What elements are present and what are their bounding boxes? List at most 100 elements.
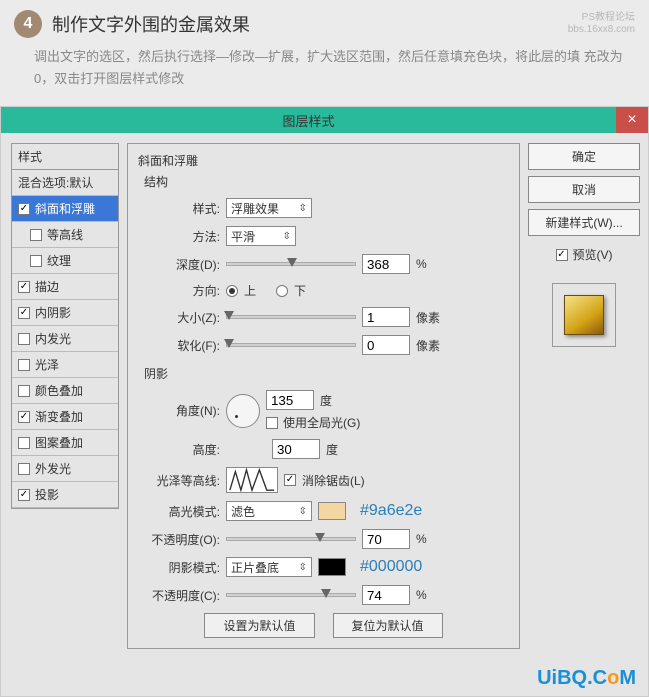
style-label: 样式:	[138, 200, 220, 217]
shadow-hex: #000000	[360, 558, 422, 576]
highlight-opacity-slider[interactable]	[226, 537, 356, 541]
checkbox-icon[interactable]	[18, 489, 30, 501]
bevel-legend: 斜面和浮雕	[138, 152, 509, 169]
checkbox-icon[interactable]	[18, 307, 30, 319]
sidebar-item-pattern-overlay[interactable]: 图案叠加	[12, 430, 118, 456]
style-select[interactable]: 浮雕效果⇳	[226, 198, 312, 218]
depth-label: 深度(D):	[138, 256, 220, 273]
checkbox-icon[interactable]	[30, 229, 42, 241]
preview-thumbnail	[552, 283, 616, 347]
layer-style-dialog: 图层样式 × 样式 混合选项:默认 斜面和浮雕 等高线 纹理 描边 内阴影 内发…	[0, 106, 649, 697]
bevel-fieldset: 斜面和浮雕 结构 样式: 浮雕效果⇳ 方法: 平滑⇳ 深度(D): %	[127, 143, 520, 649]
gloss-contour-picker[interactable]	[226, 467, 278, 493]
tutorial-step-header: 4 制作文字外围的金属效果 PS教程论坛bbs.16xx8.com 调出文字的选…	[0, 0, 649, 106]
reset-default-button[interactable]: 复位为默认值	[333, 613, 443, 638]
checkbox-icon[interactable]	[18, 463, 30, 475]
step-description: 调出文字的选区，然后执行选择—修改—扩展，扩大选区范围，然后任意填充色块，将此层…	[14, 46, 635, 90]
shadow-opacity-slider[interactable]	[226, 593, 356, 597]
structure-label: 结构	[144, 173, 509, 190]
checkbox-icon[interactable]	[30, 255, 42, 267]
angle-wheel[interactable]	[226, 394, 260, 428]
direction-down-radio[interactable]	[276, 285, 288, 297]
size-slider[interactable]	[226, 315, 356, 319]
ok-button[interactable]: 确定	[528, 143, 640, 170]
make-default-button[interactable]: 设置为默认值	[204, 613, 314, 638]
shadow-opacity-input[interactable]	[362, 585, 410, 605]
sidebar-item-gradient-overlay[interactable]: 渐变叠加	[12, 404, 118, 430]
size-unit: 像素	[416, 309, 440, 326]
close-button[interactable]: ×	[616, 107, 648, 133]
step-number-badge: 4	[14, 10, 42, 38]
depth-input[interactable]	[362, 254, 410, 274]
gloss-contour-label: 光泽等高线:	[138, 472, 220, 489]
watermark: PS教程论坛bbs.16xx8.com	[568, 12, 635, 36]
checkbox-icon[interactable]	[18, 203, 30, 215]
direction-up-radio[interactable]	[226, 285, 238, 297]
checkbox-icon[interactable]	[18, 411, 30, 423]
highlight-hex: #9a6e2e	[360, 502, 422, 520]
checkbox-icon[interactable]	[18, 281, 30, 293]
sidebar-item-contour[interactable]: 等高线	[12, 222, 118, 248]
sidebar-item-color-overlay[interactable]: 颜色叠加	[12, 378, 118, 404]
sidebar-item-outer-glow[interactable]: 外发光	[12, 456, 118, 482]
altitude-unit: 度	[326, 441, 338, 458]
highlight-opacity-input[interactable]	[362, 529, 410, 549]
shadow-mode-label: 阴影模式:	[138, 559, 220, 576]
preview-label: 预览(V)	[573, 246, 613, 263]
global-light-label: 使用全局光(G)	[283, 414, 360, 431]
cancel-button[interactable]: 取消	[528, 176, 640, 203]
new-style-button[interactable]: 新建样式(W)...	[528, 209, 640, 236]
antialias-label: 消除锯齿(L)	[302, 472, 365, 489]
highlight-mode-select[interactable]: 滤色⇳	[226, 501, 312, 521]
styles-sidebar: 样式 混合选项:默认 斜面和浮雕 等高线 纹理 描边 内阴影 内发光 光泽 颜色…	[11, 143, 119, 657]
shadow-mode-select[interactable]: 正片叠底⇳	[226, 557, 312, 577]
up-label: 上	[244, 282, 256, 299]
shading-label: 阴影	[144, 365, 509, 382]
dialog-title: 图层样式	[1, 111, 616, 130]
titlebar: 图层样式 ×	[1, 107, 648, 133]
blending-options-item[interactable]: 混合选项:默认	[12, 170, 118, 196]
technique-select[interactable]: 平滑⇳	[226, 226, 296, 246]
angle-input[interactable]	[266, 390, 314, 410]
sidebar-item-stroke[interactable]: 描边	[12, 274, 118, 300]
shadow-opacity-label: 不透明度(C):	[138, 587, 220, 604]
sidebar-item-satin[interactable]: 光泽	[12, 352, 118, 378]
altitude-input[interactable]	[272, 439, 320, 459]
shadow-color-swatch[interactable]	[318, 558, 346, 576]
highlight-opacity-unit: %	[416, 532, 427, 546]
preview-image	[564, 295, 604, 335]
sidebar-item-texture[interactable]: 纹理	[12, 248, 118, 274]
angle-unit: 度	[320, 392, 332, 409]
checkbox-icon[interactable]	[18, 333, 30, 345]
step-title: 制作文字外围的金属效果	[52, 11, 250, 37]
checkbox-icon[interactable]	[18, 385, 30, 397]
chevron-updown-icon: ⇳	[299, 562, 307, 573]
highlight-mode-label: 高光模式:	[138, 503, 220, 520]
angle-label: 角度(N):	[138, 402, 220, 419]
altitude-label: 高度:	[138, 441, 220, 458]
sidebar-item-drop-shadow[interactable]: 投影	[12, 482, 118, 508]
sidebar-item-bevel[interactable]: 斜面和浮雕	[12, 196, 118, 222]
global-light-checkbox[interactable]	[266, 417, 278, 429]
styles-header: 样式	[11, 143, 119, 169]
size-input[interactable]	[362, 307, 410, 327]
chevron-updown-icon: ⇳	[299, 203, 307, 214]
sidebar-item-inner-glow[interactable]: 内发光	[12, 326, 118, 352]
soften-slider[interactable]	[226, 343, 356, 347]
soften-unit: 像素	[416, 337, 440, 354]
soften-input[interactable]	[362, 335, 410, 355]
antialias-checkbox[interactable]	[284, 474, 296, 486]
depth-slider[interactable]	[226, 262, 356, 266]
soften-label: 软化(F):	[138, 337, 220, 354]
technique-label: 方法:	[138, 228, 220, 245]
checkbox-icon[interactable]	[18, 359, 30, 371]
down-label: 下	[294, 282, 306, 299]
size-label: 大小(Z):	[138, 309, 220, 326]
highlight-color-swatch[interactable]	[318, 502, 346, 520]
shadow-opacity-unit: %	[416, 588, 427, 602]
direction-label: 方向:	[138, 282, 220, 299]
checkbox-icon[interactable]	[18, 437, 30, 449]
sidebar-item-inner-shadow[interactable]: 内阴影	[12, 300, 118, 326]
preview-checkbox[interactable]	[556, 249, 568, 261]
chevron-updown-icon: ⇳	[299, 506, 307, 517]
